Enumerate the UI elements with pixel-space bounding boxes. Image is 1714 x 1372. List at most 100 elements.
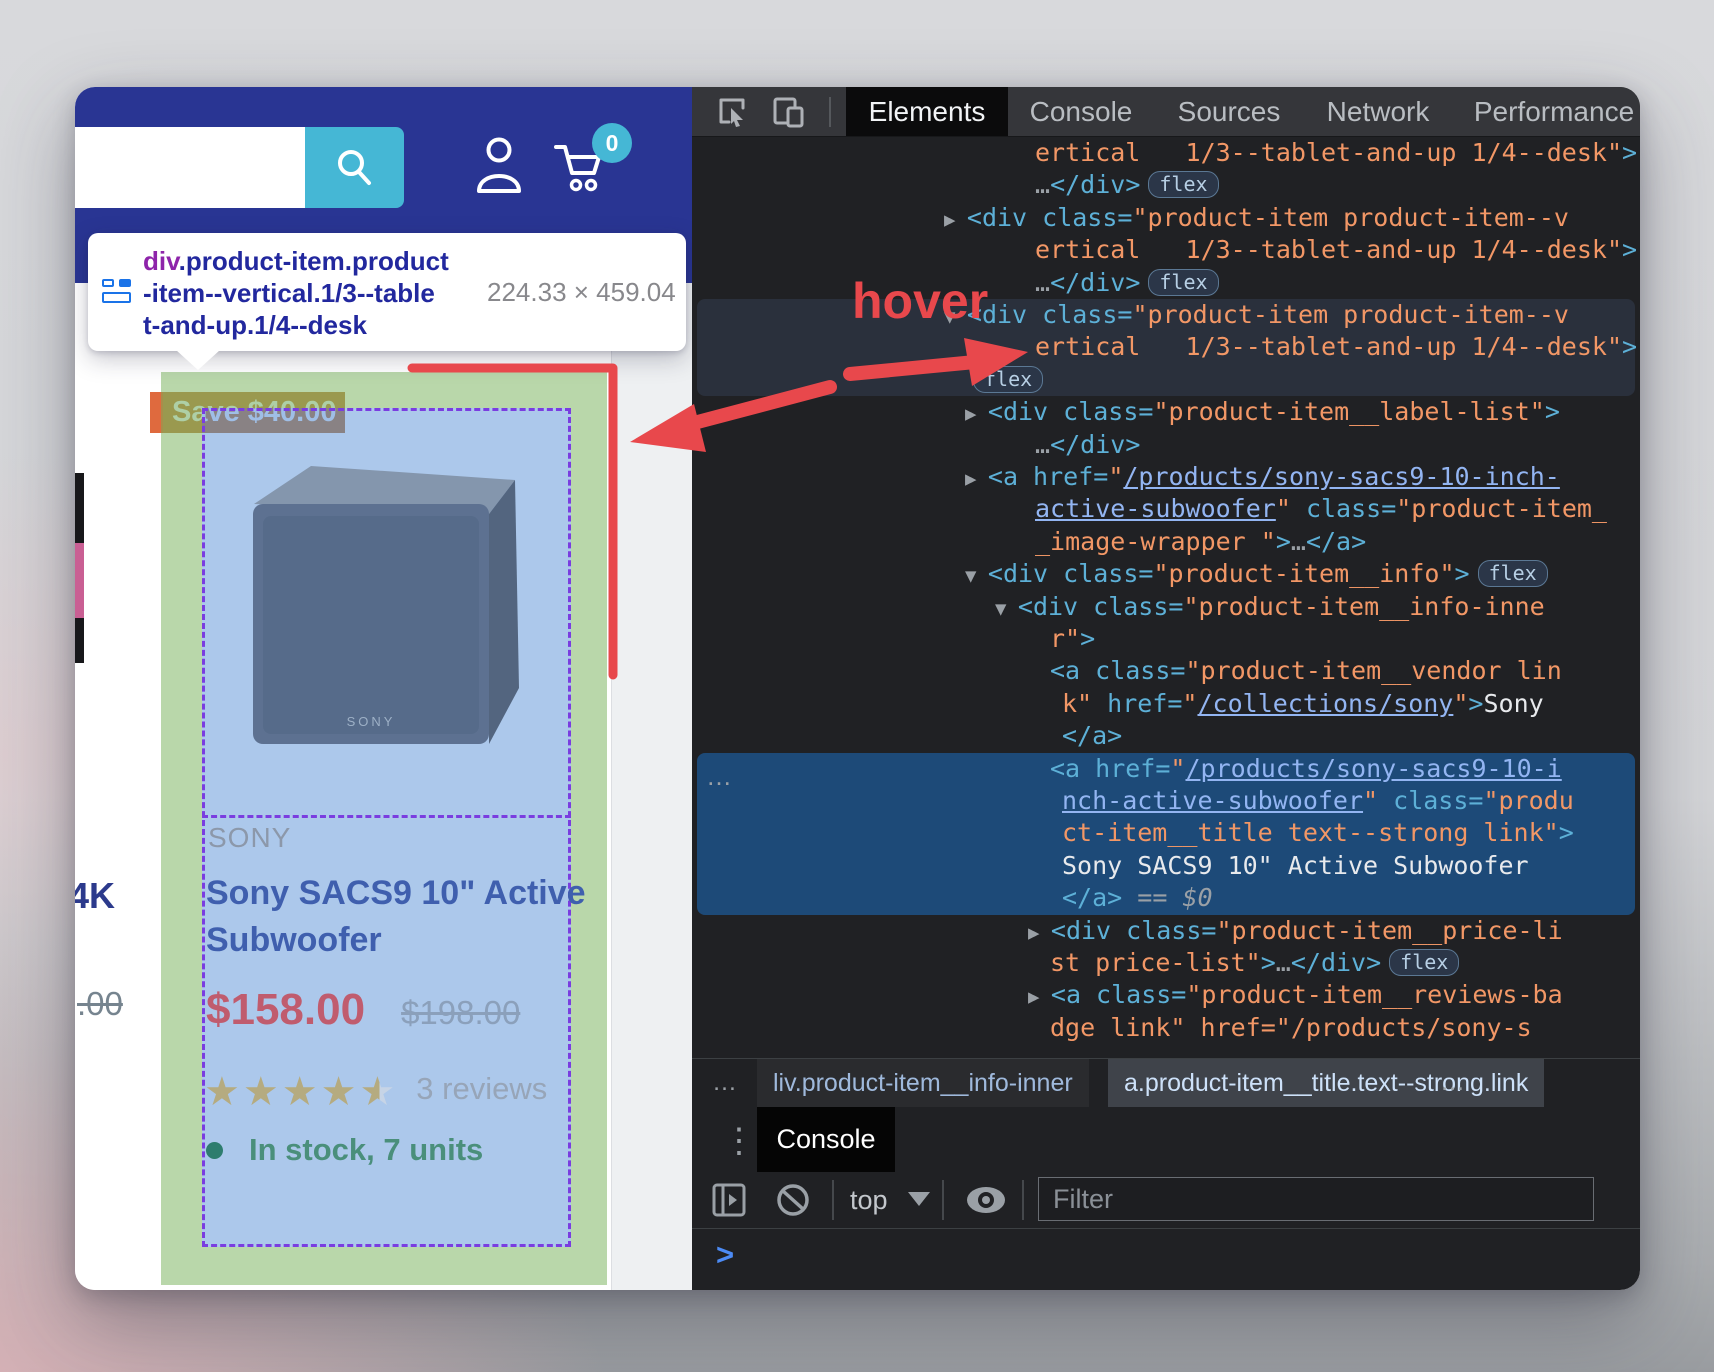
product-price-sale: $158.00: [206, 985, 365, 1034]
devtools-pane: Elements Console Sources Network Performance…: [692, 87, 1640, 1290]
console-sidebar-toggle-icon[interactable]: [712, 1183, 746, 1217]
code-line[interactable]: …</div>flex: [1035, 267, 1219, 299]
webpage-pane: 0 4K .00 Save $40.00 SONY SONY: [75, 87, 692, 1290]
code-line[interactable]: …</div>: [1035, 429, 1140, 461]
search-input[interactable]: [75, 127, 305, 208]
tab-elements[interactable]: Elements: [846, 87, 1008, 136]
selector-line2: -item--vertical.1/3--table: [143, 278, 435, 308]
product-title-line1: Sony SACS9 10" Active: [206, 874, 586, 912]
search-icon: [331, 144, 379, 192]
devtools-tabbar: Elements Console Sources Network Performance: [692, 87, 1640, 137]
selector-tag: div: [143, 246, 179, 276]
code-line[interactable]: flex: [965, 364, 1043, 396]
inspect-content-divider: [202, 815, 571, 818]
code-line[interactable]: ▶ <div class="product-item__label-list">: [965, 396, 1560, 428]
context-selector[interactable]: top: [850, 1185, 888, 1216]
neighbor-product-title-fragment: 4K: [75, 875, 115, 917]
breadcrumb: … liv.product-item__info-inner a.product…: [692, 1058, 1640, 1109]
neighbor-product-price-fragment: .00: [77, 985, 123, 1023]
code-line[interactable]: ertical 1/3--tablet-and-up 1/4--desk">: [1035, 137, 1637, 169]
code-line[interactable]: ▼ <div class="product-item__info">flex: [965, 558, 1548, 590]
code-line[interactable]: ▶ <div class="product-item product-item-…: [944, 202, 1569, 234]
layout-grid-icon: [102, 279, 136, 305]
code-line[interactable]: Sony SACS9 10" Active Subwoofer: [1062, 850, 1529, 882]
product-vendor[interactable]: SONY: [208, 822, 291, 854]
code-line[interactable]: </a> == $0: [1062, 882, 1213, 914]
code-line[interactable]: _image-wrapper ">…</a>: [1035, 526, 1366, 558]
product-rating[interactable]: ★★★★★3 reviews: [204, 1069, 547, 1115]
neighbor-product-image-fragment: [75, 473, 84, 663]
elements-tree: ertical 1/3--tablet-and-up 1/4--desk">…<…: [692, 137, 1640, 1058]
tab-console[interactable]: Console: [1030, 87, 1133, 136]
code-line[interactable]: ▼ <div class="product-item product-item-…: [944, 299, 1569, 331]
flex-badge[interactable]: flex: [973, 366, 1043, 393]
flex-badge[interactable]: flex: [1478, 560, 1548, 587]
selected-row-gutter-dots: …: [706, 761, 732, 792]
star-icon-half: ★: [359, 1070, 398, 1114]
tab-performance[interactable]: Performance: [1474, 87, 1634, 136]
product-title-link[interactable]: Sony SACS9 10" Active Subwoofer: [206, 870, 586, 964]
console-drawer-bar: ⋮ Console: [692, 1107, 1640, 1172]
code-line[interactable]: k" href="/collections/sony">Sony: [1062, 688, 1544, 720]
selector-line1: .product-item.product: [179, 246, 449, 276]
code-line[interactable]: r">: [1050, 623, 1095, 655]
code-line[interactable]: …</div>flex: [1035, 169, 1219, 201]
account-icon[interactable]: [475, 135, 523, 197]
code-line[interactable]: ▶ <a class="product-item__reviews-ba: [1028, 979, 1563, 1011]
stock-status: In stock, 7 units: [206, 1132, 483, 1168]
tab-sources[interactable]: Sources: [1178, 87, 1281, 136]
inspect-element-icon[interactable]: [717, 96, 749, 128]
flex-badge[interactable]: flex: [1389, 949, 1459, 976]
cart-count-badge: 0: [592, 123, 632, 163]
page-right-gutter: [611, 283, 692, 1290]
code-line[interactable]: ertical 1/3--tablet-and-up 1/4--desk">: [1035, 331, 1637, 363]
tab-console-drawer[interactable]: Console: [757, 1107, 895, 1172]
breadcrumb-overflow-right[interactable]: …: [1440, 1068, 1465, 1097]
screenshot-stage: 0 4K .00 Save $40.00 SONY SONY: [0, 0, 1714, 1372]
drawer-menu-icon[interactable]: ⋮: [722, 1121, 756, 1161]
code-line[interactable]: <a class="product-item__vendor lin: [1050, 655, 1562, 687]
clear-console-icon[interactable]: [774, 1181, 812, 1219]
toolbar-separator: [832, 1180, 834, 1220]
breadcrumb-overflow-left[interactable]: …: [712, 1068, 737, 1097]
code-line[interactable]: <a href="/products/sony-sacs9-10-i: [1050, 753, 1562, 785]
chevron-down-icon[interactable]: [908, 1192, 930, 1206]
code-line[interactable]: ct-item__title text--strong link">: [1062, 817, 1574, 849]
product-price-regular: $198.00: [401, 994, 520, 1031]
eye-icon[interactable]: [964, 1184, 1008, 1216]
device-toolbar-icon[interactable]: [772, 96, 806, 128]
breadcrumb-item-info-inner[interactable]: liv.product-item__info-inner: [757, 1059, 1089, 1108]
browser-window: 0 4K .00 Save $40.00 SONY SONY: [75, 87, 1640, 1290]
svg-text:SONY: SONY: [347, 714, 396, 729]
hover-annotation-label: hover: [852, 272, 988, 330]
console-filter-input[interactable]: [1038, 1177, 1594, 1221]
code-line[interactable]: ▼ <div class="product-item__info-inne: [995, 591, 1545, 623]
toolbar-separator: [1022, 1180, 1024, 1220]
code-line[interactable]: ertical 1/3--tablet-and-up 1/4--desk">: [1035, 234, 1637, 266]
product-image-subwoofer[interactable]: SONY: [251, 460, 533, 748]
flex-badge[interactable]: flex: [1148, 269, 1218, 296]
code-line[interactable]: active-subwoofer" class="product-item_: [1035, 493, 1607, 525]
inspect-tooltip: div.product-item.product-item--vertical.…: [88, 233, 686, 351]
toolbar-separator: [942, 1180, 944, 1220]
stock-label: In stock, 7 units: [249, 1132, 483, 1167]
reviews-count: 3 reviews: [416, 1071, 547, 1106]
inspect-selector: div.product-item.product-item--vertical.…: [143, 245, 473, 341]
tab-network[interactable]: Network: [1327, 87, 1430, 136]
tooltip-arrow: [176, 350, 220, 370]
product-title-line2: Subwoofer: [206, 921, 382, 959]
breadcrumb-item-title-link[interactable]: a.product-item__title.text--strong.link: [1108, 1059, 1544, 1108]
inspect-dimensions: 224.33 × 459.04: [487, 277, 676, 308]
search-button[interactable]: [305, 127, 404, 208]
code-line[interactable]: ▶ <a href="/products/sony-sacs9-10-inch-: [965, 461, 1560, 493]
selector-line3: t-and-up.1/4--desk: [143, 310, 367, 340]
code-line[interactable]: ▶ <div class="product-item__price-li: [1028, 915, 1563, 947]
code-line[interactable]: st price-list">…</div>flex: [1050, 947, 1459, 979]
stock-dot-icon: [206, 1142, 223, 1159]
console-prompt-chevron[interactable]: >: [716, 1237, 734, 1273]
flex-badge[interactable]: flex: [1148, 171, 1218, 198]
tabbar-separator: [829, 97, 831, 127]
code-line[interactable]: </a>: [1062, 720, 1122, 752]
code-line[interactable]: dge link" href="/products/sony-s: [1050, 1012, 1532, 1044]
code-line[interactable]: nch-active-subwoofer" class="produ: [1062, 785, 1574, 817]
